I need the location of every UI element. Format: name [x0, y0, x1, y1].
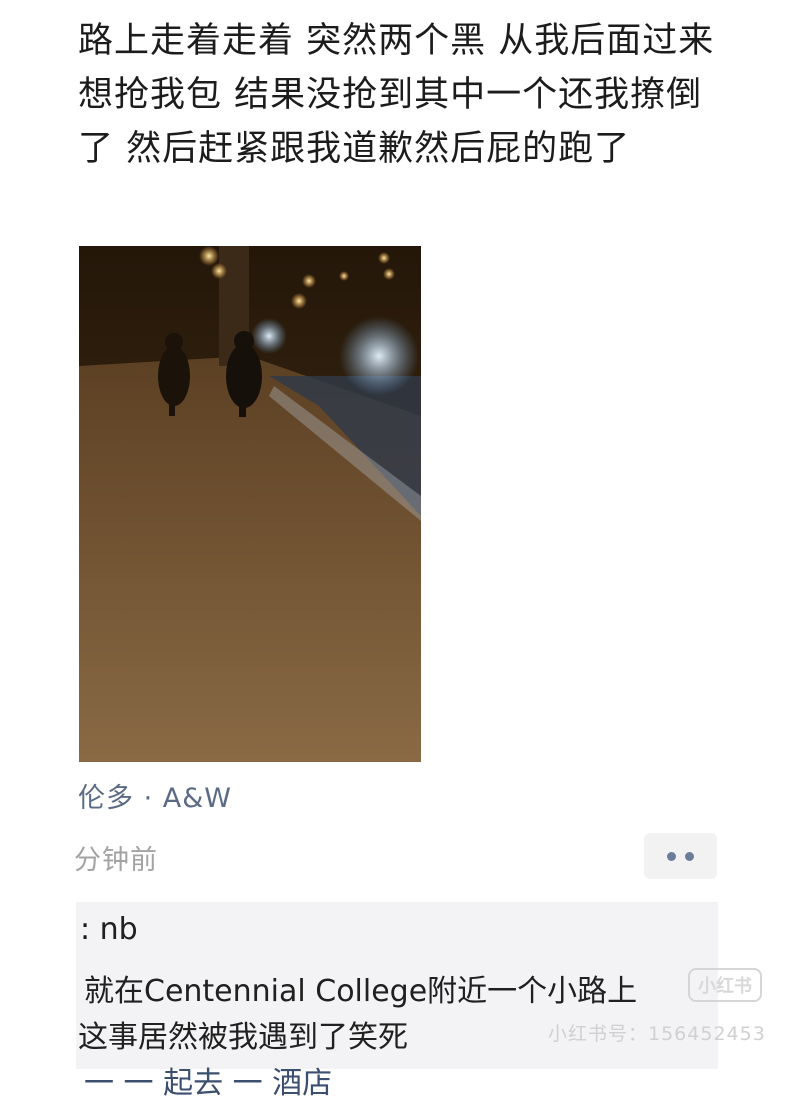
comment-text: 就在Centennial College附近一个小路上	[84, 974, 638, 1009]
watermark-logo: 小红书	[688, 968, 762, 1002]
comment-item[interactable]: 一 一 起去 一 酒店	[84, 1058, 332, 1102]
comment-author[interactable]: :	[80, 912, 90, 947]
comment-text: 一 一 起去 一 酒店	[84, 1066, 333, 1101]
watermark-id: 小红书号：156452453	[548, 1023, 766, 1045]
comment-text: 这事居然被我遇到了笑死	[78, 1020, 408, 1055]
post-time: 分钟前	[74, 845, 158, 876]
post-text: 路上走着走着 突然两个黑 从我后面过来想抢我包 结果没抢到其中一个还我撩倒了 然…	[78, 21, 715, 169]
comment-text: nb	[99, 912, 138, 947]
comment-item[interactable]: 这事居然被我遇到了笑死	[78, 1012, 408, 1056]
more-dots-icon	[667, 851, 694, 861]
post-photo[interactable]	[79, 246, 421, 762]
comment-item[interactable]: 就在Centennial College附近一个小路上	[84, 966, 637, 1010]
more-button[interactable]	[644, 833, 717, 879]
comment-item[interactable]: : nb	[80, 912, 138, 947]
location-label[interactable]: 伦多 · A&W	[78, 776, 232, 815]
night-street-photo	[79, 246, 421, 762]
